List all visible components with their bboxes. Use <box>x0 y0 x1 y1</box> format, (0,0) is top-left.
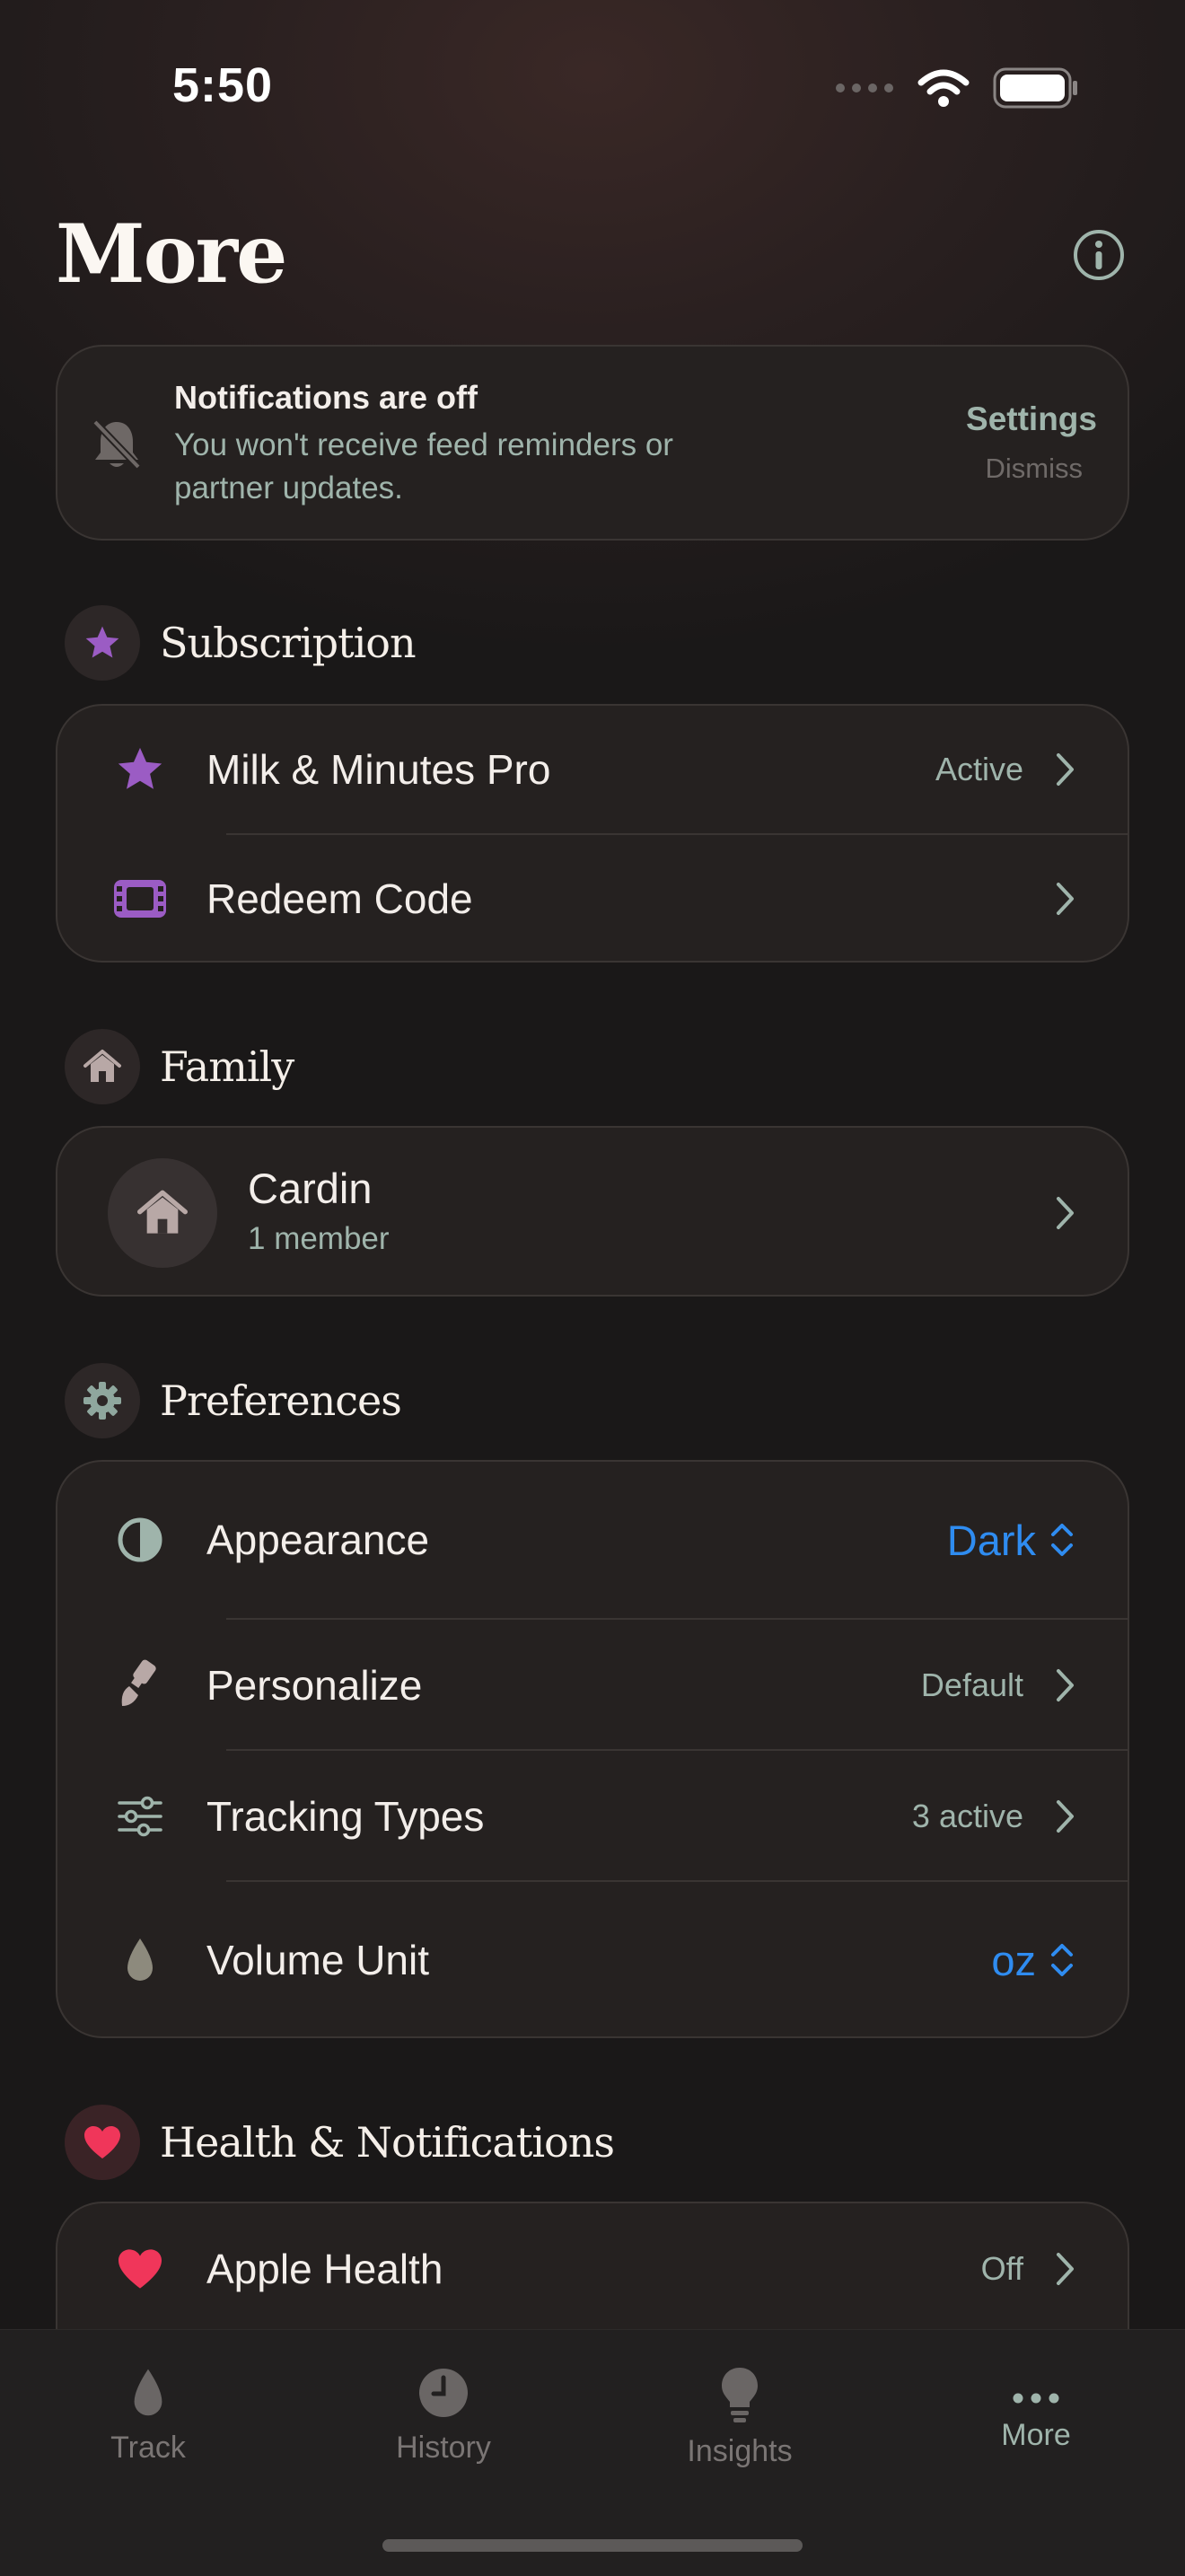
row-label: Apple Health <box>206 2246 443 2292</box>
sliders-icon <box>111 1788 169 1845</box>
chevron-right-icon <box>1057 1800 1074 1833</box>
chevron-up-down-icon <box>1051 1524 1073 1556</box>
house-icon <box>83 1050 121 1082</box>
tab-label: History <box>396 2431 491 2465</box>
section-icon-bg <box>65 605 140 681</box>
row-value: Off <box>980 2250 1023 2287</box>
star-icon <box>111 741 169 798</box>
ticket-icon <box>111 870 169 928</box>
page-title: More <box>56 207 287 302</box>
dismiss-button[interactable]: Dismiss <box>986 453 1084 485</box>
lightbulb-icon <box>722 2368 758 2422</box>
row-appearance[interactable]: Appearance Dark <box>57 1462 1128 1618</box>
tab-track[interactable]: Track <box>49 2366 247 2466</box>
wifi-icon <box>917 69 970 107</box>
row-apple-health[interactable]: Apple Health Off <box>57 2203 1128 2334</box>
banner-body-line1: You won't receive feed reminders or <box>174 427 673 462</box>
chevron-right-icon <box>1057 1669 1074 1701</box>
chevron-right-icon <box>1057 1197 1074 1229</box>
tab-more[interactable]: More <box>937 2366 1135 2453</box>
section-header-preferences: Preferences <box>65 1363 402 1438</box>
family-name: Cardin <box>248 1165 373 1212</box>
section-header-family: Family <box>65 1029 294 1104</box>
ellipsis-icon <box>1013 2393 1059 2404</box>
paintbrush-icon <box>111 1657 169 1714</box>
row-redeem-code[interactable]: Redeem Code <box>57 835 1128 963</box>
row-value: 3 active <box>911 1798 1023 1834</box>
tab-label: Insights <box>687 2434 793 2468</box>
status-icons <box>835 63 1079 113</box>
row-label: Tracking Types <box>206 1793 485 1840</box>
star-icon <box>85 626 119 658</box>
row-value: Default <box>920 1666 1023 1703</box>
chevron-up-down-icon <box>1051 1944 1073 1976</box>
row-label: Personalize <box>206 1662 423 1709</box>
appearance-value: Dark <box>946 1516 1036 1564</box>
gear-icon <box>83 1382 121 1420</box>
section-icon-bg <box>65 1029 140 1104</box>
row-personalize[interactable]: Personalize Default <box>57 1620 1128 1751</box>
contrast-icon <box>111 1511 169 1569</box>
row-label: Appearance <box>206 1517 430 1563</box>
section-title: Subscription <box>160 619 417 667</box>
house-icon <box>137 1190 188 1234</box>
status-time: 5:50 <box>172 58 274 112</box>
banner-title: Notifications are off <box>174 379 478 416</box>
tab-insights[interactable]: Insights <box>641 2366 838 2469</box>
row-label: Volume Unit <box>206 1937 430 1983</box>
settings-button[interactable]: Settings <box>966 400 1097 438</box>
row-label: Milk & Minutes Pro <box>206 746 551 793</box>
section-icon-bg <box>65 1363 140 1438</box>
section-title: Preferences <box>160 1376 402 1425</box>
tab-label: Track <box>110 2431 186 2465</box>
clock-icon <box>419 2369 468 2417</box>
chevron-right-icon <box>1057 753 1074 786</box>
row-label: Redeem Code <box>206 875 473 922</box>
section-header-subscription: Subscription <box>65 605 417 681</box>
section-header-health: Health & Notifications <box>65 2105 615 2180</box>
heart-icon <box>111 2240 169 2298</box>
heart-icon <box>84 2126 120 2158</box>
battery-icon <box>993 67 1077 109</box>
row-tracking-types[interactable]: Tracking Types 3 active <box>57 1751 1128 1882</box>
row-value: Active <box>935 751 1023 787</box>
section-icon-bg <box>65 2105 140 2180</box>
tab-history[interactable]: History <box>345 2366 542 2466</box>
banner-body-line2: partner updates. <box>174 470 403 506</box>
drop-icon <box>134 2369 162 2416</box>
row-volume-unit[interactable]: Volume Unit oz <box>57 1882 1128 2038</box>
chevron-right-icon <box>1057 2253 1074 2285</box>
section-title: Health & Notifications <box>160 2118 615 2167</box>
family-members: 1 member <box>248 1221 390 1256</box>
home-indicator <box>382 2539 803 2552</box>
subscription-card: Milk & Minutes Pro Active Redeem Code <box>56 704 1129 963</box>
chevron-right-icon <box>1057 883 1074 915</box>
cellular-signal-icon <box>836 84 893 92</box>
info-icon[interactable] <box>1072 228 1126 282</box>
notifications-off-banner: Notifications are off You won't receive … <box>56 345 1129 541</box>
family-avatar <box>108 1158 217 1268</box>
row-milk-minutes-pro[interactable]: Milk & Minutes Pro Active <box>57 706 1128 833</box>
bell-slash-icon <box>92 419 141 470</box>
drop-icon <box>111 1931 169 1989</box>
preferences-card: Appearance Dark Personalize Default Trac… <box>56 1460 1129 2038</box>
volume-unit-value: oz <box>991 1936 1036 1984</box>
family-card[interactable]: Cardin 1 member <box>56 1126 1129 1297</box>
tab-label: More <box>1001 2418 1071 2452</box>
section-title: Family <box>160 1042 294 1091</box>
